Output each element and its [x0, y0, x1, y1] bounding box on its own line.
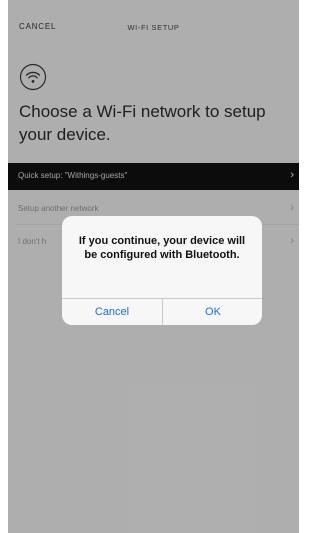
alert-ok-button[interactable]: OK [163, 299, 262, 325]
alert-cancel-button[interactable]: Cancel [62, 299, 162, 325]
bluetooth-alert-dialog: If you continue, your device will be con… [62, 216, 262, 325]
alert-message: If you continue, your device will be con… [78, 235, 246, 261]
